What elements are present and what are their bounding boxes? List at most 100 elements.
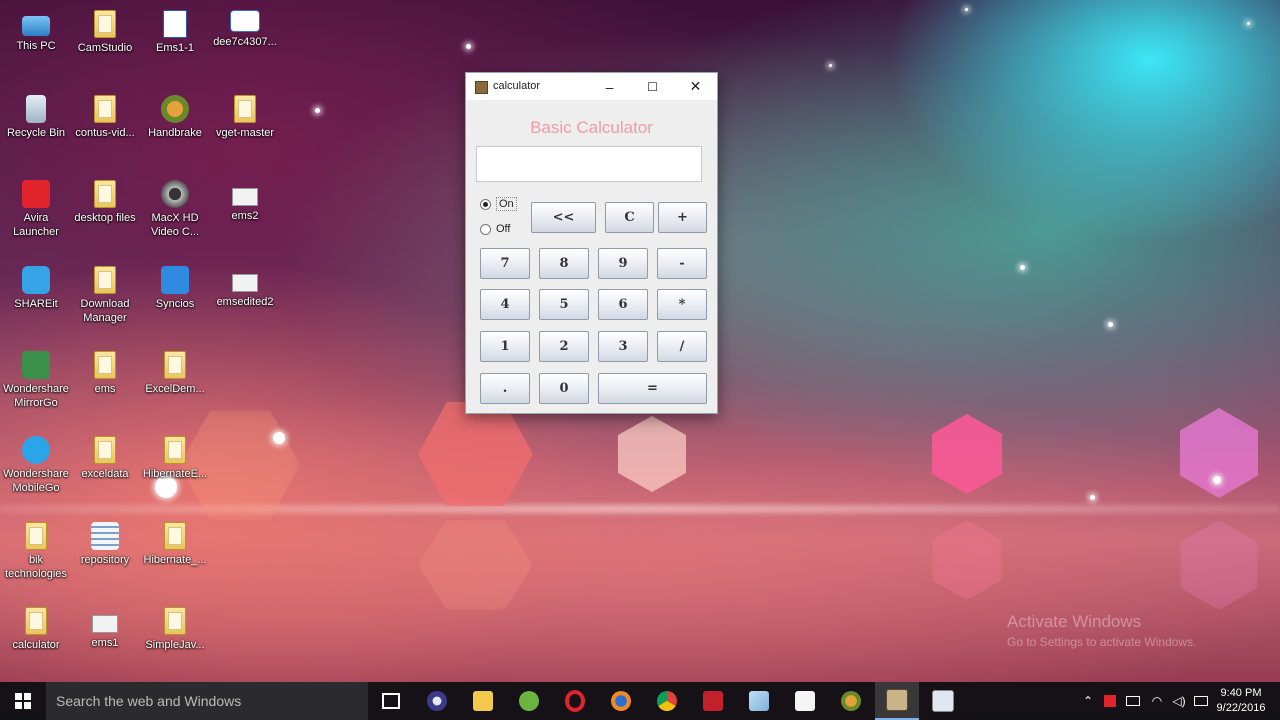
- taskbar-java[interactable]: [783, 682, 827, 720]
- tray-keyboard[interactable]: [1190, 682, 1212, 720]
- desktop-icon-ems2[interactable]: ems2: [209, 180, 281, 223]
- desktop-icon-emsedited2[interactable]: emsedited2: [209, 266, 281, 309]
- sparkle: [1020, 265, 1025, 270]
- desktop-icon-desktop-files[interactable]: desktop files: [69, 180, 141, 225]
- desktop-icon-macx[interactable]: MacX HD Video C...: [139, 180, 211, 239]
- taskbar-filezilla[interactable]: [691, 682, 735, 720]
- filezilla-icon: [703, 691, 723, 711]
- digit-9-button[interactable]: 9: [598, 248, 648, 279]
- taskbar-spring[interactable]: [507, 682, 551, 720]
- taskbar-search-box[interactable]: Search the web and Windows: [46, 682, 368, 720]
- plus-button[interactable]: +: [658, 202, 707, 233]
- wallpaper-hexagon: [618, 416, 686, 492]
- desktop-icon-shareit[interactable]: SHAREit: [0, 266, 72, 311]
- calculator-app-icon: [886, 689, 908, 711]
- taskbar-chrome[interactable]: [645, 682, 689, 720]
- backspace-button[interactable]: <<: [531, 202, 596, 233]
- handbrake-icon: [161, 95, 189, 123]
- desktop-icon-repository[interactable]: repository: [69, 522, 141, 567]
- taskbar-file-explorer[interactable]: [461, 682, 505, 720]
- digit-5-button[interactable]: 5: [539, 289, 589, 320]
- desktop-icon-contus-vid[interactable]: contus-vid...: [69, 95, 141, 140]
- keyboard-icon: [1194, 696, 1208, 706]
- desktop-icon-camstudio[interactable]: CamStudio: [69, 10, 141, 55]
- maximize-icon: ☐: [647, 79, 658, 94]
- tray-battery[interactable]: [1122, 682, 1144, 720]
- film-reel-icon: [161, 180, 189, 208]
- syncios-icon: [161, 266, 189, 294]
- desktop-icon-exceldata[interactable]: exceldata: [69, 436, 141, 481]
- desktop-icon-mirrorgo[interactable]: Wondershare MirrorGo: [0, 351, 72, 410]
- title-bar[interactable]: calculator – ☐ ✕: [466, 73, 717, 100]
- tray-wifi[interactable]: ◠: [1146, 682, 1168, 720]
- desktop-icon-handbrake[interactable]: Handbrake: [139, 95, 211, 140]
- digit-4-button[interactable]: 4: [480, 289, 530, 320]
- close-button[interactable]: ✕: [674, 73, 717, 100]
- show-hidden-icons-button[interactable]: ⌃: [1078, 682, 1098, 720]
- minus-button[interactable]: -: [657, 248, 707, 279]
- taskbar-handbrake[interactable]: [829, 682, 873, 720]
- taskbar-notepad[interactable]: [737, 682, 781, 720]
- sparkle: [1247, 22, 1250, 25]
- desktop-icon-ems1[interactable]: ems1: [69, 607, 141, 650]
- desktop-icon-ems[interactable]: ems: [69, 351, 141, 396]
- radio-selected-icon: [480, 198, 491, 210]
- taskbar-clock[interactable]: 9:40 PM 9/22/2016: [1214, 686, 1268, 716]
- divide-button[interactable]: /: [657, 331, 707, 362]
- power-on-radio[interactable]: On: [480, 197, 517, 211]
- desktop-icon-download-manager[interactable]: Download Manager: [69, 266, 141, 325]
- desktop-icon-simplejav[interactable]: SimpleJav...: [139, 607, 211, 652]
- decimal-point-button[interactable]: .: [480, 373, 530, 404]
- taskbar-opera[interactable]: [553, 682, 597, 720]
- wallpaper-hexagon: [1180, 408, 1258, 498]
- desktop-icon-vget-master[interactable]: vget-master: [209, 95, 281, 140]
- tray-volume[interactable]: ◁): [1168, 682, 1190, 720]
- desktop-icon-calculator[interactable]: calculator: [0, 607, 72, 652]
- clear-button[interactable]: C: [605, 202, 654, 233]
- taskbar-eclipse[interactable]: [415, 682, 459, 720]
- chevron-up-icon: ⌃: [1082, 694, 1094, 708]
- digit-8-button[interactable]: 8: [539, 248, 589, 279]
- desktop-icon-exceldem[interactable]: ExcelDem...: [139, 351, 211, 396]
- digit-2-button[interactable]: 2: [539, 331, 589, 362]
- minimize-button[interactable]: –: [588, 73, 631, 100]
- taskbar-calculator[interactable]: [875, 682, 919, 720]
- battery-icon: [1126, 696, 1140, 706]
- maximize-button[interactable]: ☐: [631, 73, 674, 100]
- recycle-bin-icon: [26, 95, 46, 123]
- sparkle: [466, 44, 471, 49]
- wallpaper-hexagon: [932, 520, 1002, 600]
- taskbar-firefox[interactable]: [599, 682, 643, 720]
- start-button[interactable]: [0, 682, 46, 720]
- java-icon: [795, 691, 815, 711]
- task-view-button[interactable]: [369, 682, 413, 720]
- sparkle: [829, 64, 832, 67]
- desktop-icon-hibernate[interactable]: Hibernate_...: [139, 522, 211, 567]
- computer-icon: [22, 16, 50, 36]
- taskbar-camstudio[interactable]: [921, 682, 965, 720]
- desktop-icon-ems1-1[interactable]: Ems1-1: [139, 10, 211, 55]
- digit-1-button[interactable]: 1: [480, 331, 530, 362]
- desktop-icon-recycle-bin[interactable]: Recycle Bin: [0, 95, 72, 140]
- digit-6-button[interactable]: 6: [598, 289, 648, 320]
- document-icon: [163, 10, 187, 38]
- close-icon: ✕: [689, 78, 702, 94]
- power-off-radio[interactable]: Off: [480, 223, 510, 235]
- digit-3-button[interactable]: 3: [598, 331, 648, 362]
- desktop-icon-bik-technologies[interactable]: bik technologies: [0, 522, 72, 581]
- desktop-icon-hibernatee[interactable]: HibernateE...: [139, 436, 211, 481]
- desktop-icon-mobilego[interactable]: Wondershare MobileGo: [0, 436, 72, 495]
- folder-icon: [234, 95, 256, 123]
- multiply-button[interactable]: *: [657, 289, 707, 320]
- calculator-display[interactable]: [476, 146, 702, 182]
- desktop-icon-this-pc[interactable]: This PC: [0, 10, 72, 53]
- desktop-icon-avira[interactable]: Avira Launcher: [0, 180, 72, 239]
- tray-avira[interactable]: [1100, 682, 1120, 720]
- desktop-icon-syncios[interactable]: Syncios: [139, 266, 211, 311]
- equals-button[interactable]: =: [598, 373, 707, 404]
- digit-7-button[interactable]: 7: [480, 248, 530, 279]
- calculator-heading: Basic Calculator: [530, 118, 653, 137]
- chrome-icon: [657, 691, 677, 711]
- digit-0-button[interactable]: 0: [539, 373, 589, 404]
- desktop-icon-dee7c4307[interactable]: dee7c4307...: [209, 10, 281, 49]
